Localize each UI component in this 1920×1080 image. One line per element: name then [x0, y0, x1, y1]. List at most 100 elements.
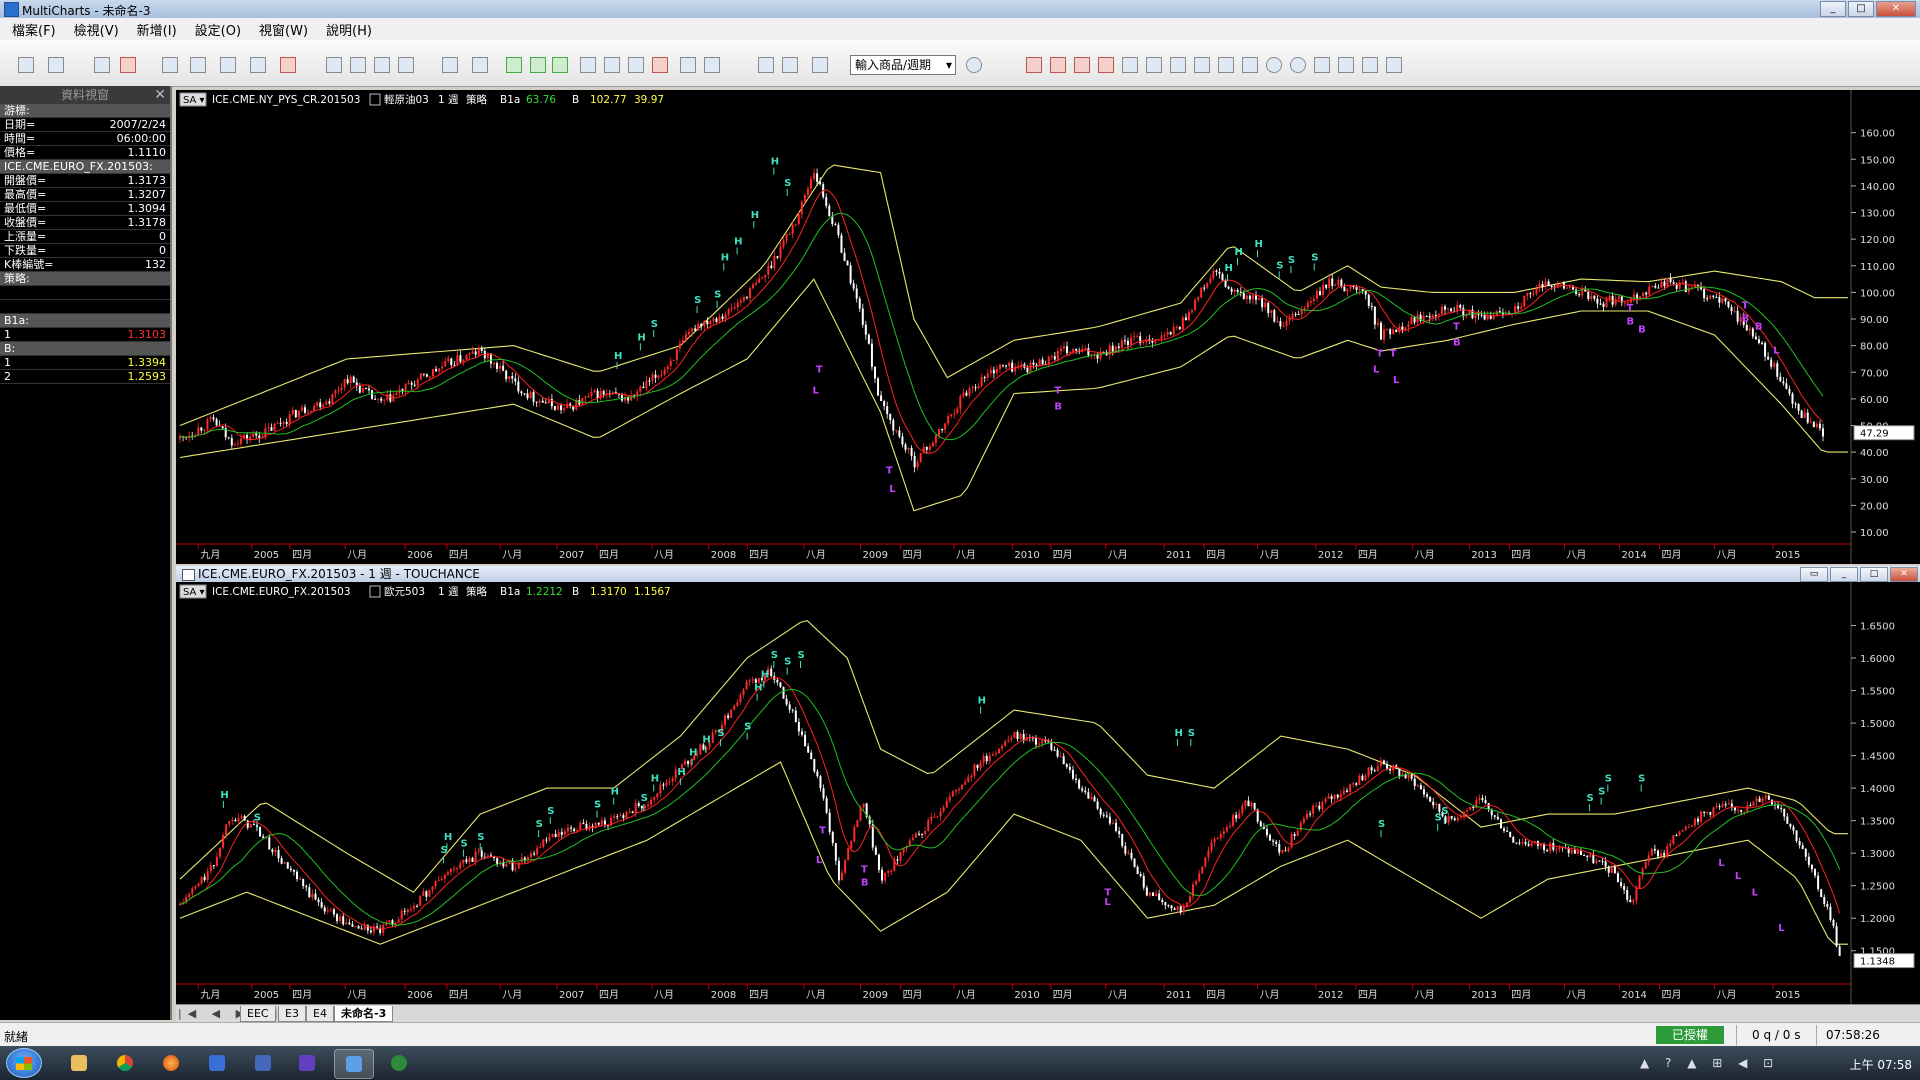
pointer-icon[interactable] — [680, 57, 696, 73]
restore-icon[interactable]: ▭ — [1800, 567, 1828, 582]
scroll-right-icon[interactable] — [1050, 57, 1066, 73]
taskbar-clock[interactable]: 上午 07:58 — [1850, 1056, 1912, 1073]
taskbar-multicharts[interactable] — [334, 1049, 374, 1079]
crosshair-sticky-icon[interactable] — [758, 57, 774, 73]
minimize-icon[interactable]: _ — [1830, 567, 1858, 582]
candle-body — [942, 807, 945, 812]
start-button[interactable] — [6, 1048, 42, 1078]
candle-body — [307, 411, 310, 413]
new-pl-icon[interactable] — [280, 57, 296, 73]
insert-indicator-icon[interactable] — [506, 57, 522, 73]
zoom-in-icon[interactable] — [1266, 57, 1282, 73]
taskbar-firefox[interactable] — [152, 1049, 190, 1077]
crosshair-icon[interactable] — [704, 57, 720, 73]
reset-icon[interactable] — [1338, 57, 1354, 73]
candle-body — [1544, 281, 1547, 287]
zoom-up-icon[interactable] — [1122, 57, 1138, 73]
move-left-icon[interactable] — [1170, 57, 1186, 73]
zoom-out-icon[interactable] — [1290, 57, 1306, 73]
system-tray-icons[interactable]: ▲ ? ▲ ⊞ ◀ ⊡ — [1640, 1056, 1779, 1070]
menu-view[interactable]: 檢視(V) — [74, 20, 119, 39]
close-button[interactable]: ✕ — [1876, 1, 1916, 17]
refresh-icon[interactable] — [1314, 57, 1330, 73]
tab-untitled-3[interactable]: 未命名-3 — [334, 1006, 394, 1022]
tab-e4[interactable]: E4 — [306, 1006, 334, 1022]
close-icon[interactable]: ✕ — [1890, 567, 1918, 582]
bar-spacing-icon[interactable] — [1098, 57, 1114, 73]
chart-pane-crude[interactable]: SA ▾ ICE.CME.NY_PYS_CR.201503 輕原油03 1 週策略 B1… — [176, 90, 1920, 564]
hourglass-icon[interactable] — [1074, 57, 1090, 73]
settings-icon[interactable] — [1362, 57, 1378, 73]
signal-up-icon[interactable] — [628, 57, 644, 73]
candle-body — [620, 394, 623, 401]
candle-body — [323, 907, 326, 912]
taskbar-media[interactable] — [244, 1049, 282, 1077]
insert-strategy-icon[interactable] — [530, 57, 546, 73]
new-file-icon[interactable] — [18, 57, 34, 73]
candle-body — [360, 928, 363, 930]
save-icon[interactable] — [94, 57, 110, 73]
zoom-down-icon[interactable] — [1146, 57, 1162, 73]
candle-body — [907, 447, 910, 450]
taskbar-chrome[interactable] — [106, 1049, 144, 1077]
close-icon[interactable]: ✕ — [154, 86, 166, 104]
menu-help[interactable]: 說明(H) — [326, 20, 372, 39]
taskbar-app[interactable] — [288, 1049, 326, 1077]
signal-label: S — [1311, 252, 1318, 263]
candle-body — [1358, 289, 1361, 291]
signal-icon[interactable] — [580, 57, 596, 73]
close-workspace-icon[interactable] — [120, 57, 136, 73]
compress-icon[interactable] — [1242, 57, 1258, 73]
signal-label: S — [641, 793, 648, 804]
chart-pane-euro[interactable]: SA ▾ ICE.CME.EURO_FX.201503 歐元503 1 週策略 B1a 1… — [176, 582, 1920, 1004]
format-signal-icon[interactable] — [398, 57, 414, 73]
x-tick-label: 四月 — [1662, 989, 1682, 1001]
candle-body — [1669, 843, 1672, 847]
tab-eec[interactable]: EEC — [240, 1006, 276, 1022]
format-indicator-icon[interactable] — [350, 57, 366, 73]
signal-down-icon[interactable] — [604, 57, 620, 73]
candle-body — [1736, 311, 1739, 322]
data-list-icon[interactable] — [472, 57, 488, 73]
taskbar-chart-app[interactable] — [380, 1049, 418, 1077]
open-folder-icon[interactable] — [48, 57, 64, 73]
search-icon[interactable] — [1386, 57, 1402, 73]
minimize-button[interactable]: _ — [1820, 1, 1846, 17]
expand-icon[interactable] — [1218, 57, 1234, 73]
header-ind1: B1a — [500, 94, 520, 106]
format-bar-icon[interactable] — [326, 57, 342, 73]
maximize-button[interactable]: □ — [1848, 1, 1874, 17]
check-icon[interactable] — [552, 57, 568, 73]
scroll-left-icon[interactable] — [1026, 57, 1042, 73]
y-tick-label: 90.00 — [1860, 315, 1889, 326]
candle-body — [846, 260, 849, 266]
move-right-icon[interactable] — [1194, 57, 1210, 73]
candle-body — [267, 427, 270, 429]
candle-body — [1251, 295, 1254, 300]
menu-window[interactable]: 視窗(W) — [259, 20, 308, 39]
taskbar-z-app[interactable] — [198, 1049, 236, 1077]
maximize-icon[interactable]: □ — [1860, 567, 1888, 582]
new-scanner-icon[interactable] — [220, 57, 236, 73]
new-quote-icon[interactable] — [190, 57, 206, 73]
menu-settings[interactable]: 設定(O) — [195, 20, 241, 39]
data-window-icon[interactable] — [442, 57, 458, 73]
tab-e3[interactable]: E3 — [278, 1006, 306, 1022]
taskbar-explorer[interactable] — [60, 1049, 98, 1077]
strategy-perf-icon[interactable] — [652, 57, 668, 73]
format-drawing-icon[interactable] — [374, 57, 390, 73]
symbol-period-select[interactable]: 輸入商品/週期 ▾ — [850, 55, 956, 75]
clock-icon[interactable] — [966, 57, 982, 73]
new-dom-icon[interactable] — [250, 57, 266, 73]
connection-status-badge[interactable]: 已授權 — [1656, 1026, 1724, 1044]
candle-body — [840, 235, 843, 253]
euro-chart[interactable]: SA ▾ ICE.CME.EURO_FX.201503 歐元503 1 週策略 B1a 1… — [176, 582, 1920, 1004]
menu-insert[interactable]: 新增(I) — [137, 20, 177, 39]
new-chart-icon[interactable] — [162, 57, 178, 73]
candle-body — [514, 378, 517, 382]
panel-icon[interactable] — [812, 57, 828, 73]
crude-chart[interactable]: SA ▾ ICE.CME.NY_PYS_CR.201503 輕原油03 1 週策略 B1… — [176, 90, 1920, 564]
app-icon — [299, 1055, 315, 1071]
drag-zoom-icon[interactable] — [782, 57, 798, 73]
menu-file[interactable]: 檔案(F) — [12, 20, 56, 39]
